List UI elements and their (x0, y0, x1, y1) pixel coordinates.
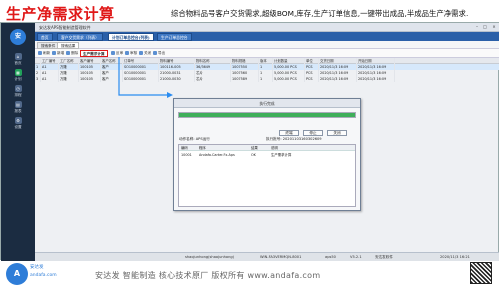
minimize-icon[interactable]: – (473, 24, 481, 30)
terminal-button[interactable]: 终端 (279, 130, 299, 136)
tab-home[interactable]: 首页 (37, 33, 53, 41)
schedule-icon: ◷ (14, 85, 22, 92)
action-name: 动作名称: APS运行 (179, 137, 210, 141)
status-db: aps50 (325, 255, 336, 259)
stop-button[interactable]: 停止 (303, 130, 323, 136)
delete-icon (66, 50, 70, 55)
close-order-button[interactable]: 关闭 (139, 50, 151, 57)
result-header-cell: 程序 (199, 146, 206, 150)
add-button[interactable]: 新增 (52, 50, 64, 57)
sidebar: 安 ⌂ 首页 ▦ 计划 ◷ 排程 ▤ 报表 ⚙ 设置 (1, 23, 35, 261)
report-icon: ▤ (14, 101, 22, 108)
sidebar-item-home[interactable]: ⌂ 首页 (1, 53, 35, 66)
dialog-title: 执行完成 (174, 99, 360, 108)
page-title: 生产净需求计算 (6, 5, 115, 23)
delete-button[interactable]: 删除 (66, 50, 78, 57)
sidebar-item-report[interactable]: ▤ 报表 (1, 101, 35, 114)
footer-text: 安达发 智能制造 核心技术原厂 版权所有 www.andafa.com (95, 271, 321, 280)
batch-number: 执行批号: 20201103160302609 (266, 137, 322, 141)
main-tabs: 首页 客户交货需求（列表） 计划订单总控台(列表) 生产订单总控台 (35, 32, 499, 41)
status-version: V5.2.1 (350, 255, 362, 259)
app-logo: 安 (10, 29, 26, 45)
status-bar: shaojunhong(shaojunhong) WIN-FA3VERMQN-8… (35, 252, 499, 261)
sidebar-item-settings[interactable]: ⚙ 设置 (1, 117, 35, 130)
result-header-cell: 说明 (271, 146, 278, 150)
footer-brand: 安达发 (30, 265, 44, 270)
generate-demand-button[interactable]: 生产需求计算 (80, 50, 108, 57)
sidebar-item-schedule[interactable]: ◷ 排程 (1, 85, 35, 98)
unapprove-button[interactable]: 反审 (111, 50, 123, 57)
refresh-icon (38, 50, 42, 55)
qr-code (470, 262, 492, 284)
approve-icon (125, 50, 129, 55)
result-row[interactable]: 10001 Andafa.Carter.Fx.Aps OK 生产需求计算 (179, 152, 355, 158)
progress-fill (179, 113, 355, 117)
page-tagline: 综合物料品号客户交货需求,超级BOM,库存,生产订单信息,一键带出成品,半成品生… (171, 9, 469, 18)
sub-tabs: 搜索条件 搜索结果 (35, 41, 499, 49)
footer-brand-domain: andafa.com (30, 273, 57, 278)
footer: 安达发 智能制造 核心技术原厂 版权所有 www.andafa.com (0, 262, 499, 287)
sidebar-item-plan[interactable]: ▦ 计划 (1, 69, 35, 82)
status-datetime: 2020/11/3 16:21 (440, 255, 470, 259)
toolbar: 刷新 新增 删除 生产需求计算 反审 审核 关闭 导出 (35, 49, 499, 58)
status-user: shaojunhong(shaojunhong) (185, 255, 235, 259)
plan-icon: ▦ (14, 69, 22, 76)
export-icon (153, 50, 157, 55)
status-company: 安达发软件 (375, 255, 393, 259)
tab-plan-order-console[interactable]: 计划订单总控台(列表) (108, 33, 154, 41)
maximize-icon[interactable]: □ (481, 24, 489, 30)
settings-icon: ⚙ (14, 117, 22, 124)
execution-dialog: 执行完成 终端 停止 关闭 动作名称: APS运行 执行批号: 20201103… (173, 98, 361, 211)
title-bar: 安达发APS智能制造管理软件 – □ × (35, 23, 499, 32)
tab-customer-demand[interactable]: 客户交货需求（列表） (57, 33, 103, 41)
close-order-icon (139, 50, 143, 55)
result-header-cell: 编码 (181, 146, 188, 150)
status-server: WIN-FA3VERMQN-8001 (260, 255, 302, 259)
approve-button[interactable]: 审核 (125, 50, 137, 57)
tab-search-results[interactable]: 搜索结果 (57, 42, 80, 49)
result-header-row: 编码 程序 结果 说明 (179, 145, 355, 151)
unapprove-icon (111, 50, 115, 55)
result-header-cell: 结果 (251, 146, 258, 150)
close-button[interactable]: 关闭 (327, 130, 347, 136)
footer-logo: A (6, 263, 28, 285)
refresh-button[interactable]: 刷新 (38, 50, 50, 57)
result-table: 编码 程序 结果 说明 10001 Andafa.Carter.Fx.Aps O… (178, 144, 356, 207)
progress-bar (178, 112, 356, 118)
table-row[interactable]: 3 A1 万隆 100105 客户 SO10000001 21000-0030 … (35, 76, 499, 82)
export-button[interactable]: 导出 (153, 50, 165, 57)
home-icon: ⌂ (14, 53, 22, 60)
tab-production-order-console[interactable]: 生产订单总控台 (157, 33, 192, 41)
close-icon[interactable]: × (490, 24, 498, 30)
window-title: 安达发APS智能制造管理软件 (39, 25, 91, 30)
add-icon (52, 50, 56, 55)
